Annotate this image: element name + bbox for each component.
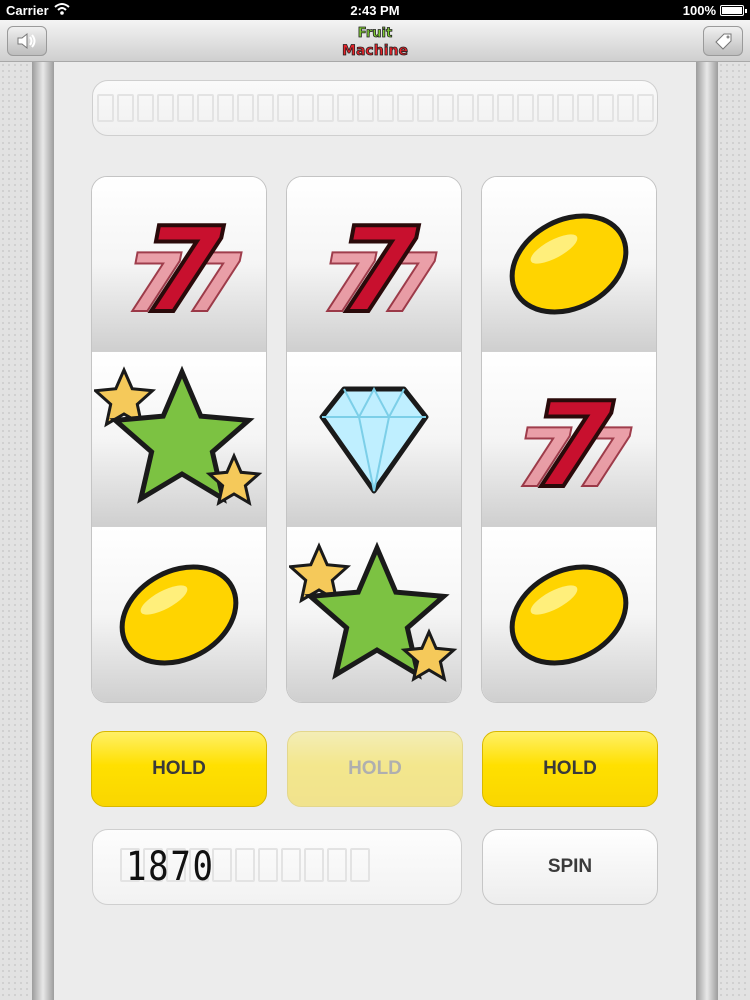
reel-2-symbol-2 [287,352,461,527]
svg-text:7: 7 [337,201,419,329]
frame-rail-left [32,62,54,1000]
hold-button-3[interactable]: HOLD [482,731,658,807]
svg-text:7: 7 [142,201,224,329]
credit-value: 1870 [126,844,215,890]
lemon-symbol-icon [509,564,629,665]
reel-3: 7 7 7 [481,176,657,703]
price-tag-icon [715,33,732,50]
reel-1-symbol-1: 7 7 7 [92,177,266,352]
star-symbol-icon [94,365,263,507]
spin-button[interactable]: SPIN [482,829,658,905]
reel-1-symbol-3 [92,527,266,702]
svg-text:7: 7 [532,376,614,504]
diamond-symbol-icon [319,386,429,494]
battery-icon [720,5,747,16]
frame-texture-left [0,62,32,1000]
status-bar: Carrier 2:43 PM 100% [0,0,750,20]
svg-text:Machine: Machine [342,43,408,59]
reel-3-symbol-2: 7 7 7 [482,352,656,527]
seven-symbol-icon: 7 7 7 [320,199,438,329]
reel-2-symbol-3 [287,527,461,702]
battery-percent: 100% [682,3,716,18]
speaker-icon [17,32,36,50]
hold-button-1[interactable]: HOLD [91,731,267,807]
frame-texture-right [718,62,750,1000]
reel-1-symbol-2 [92,352,266,527]
nav-bar: Fruit Machine [0,20,750,62]
clock: 2:43 PM [350,3,400,18]
reel-2: 7 7 7 [286,176,462,703]
lemon-symbol-icon [509,213,629,315]
seven-symbol-icon: 7 7 7 [515,374,633,504]
svg-text:Fruit: Fruit [358,26,392,41]
hold-button-2[interactable]: HOLD [287,731,463,807]
reel-3-symbol-3 [482,527,656,702]
sound-button[interactable] [7,26,47,56]
message-display [92,80,658,136]
seven-symbol-icon: 7 7 7 [125,199,243,329]
fruit-machine-logo: Fruit Machine [342,26,409,60]
reel-3-symbol-1 [482,177,656,352]
frame-rail-right [696,62,718,1000]
lemon-symbol-icon [119,564,239,665]
star-symbol-icon [289,541,458,682]
reel-2-symbol-1: 7 7 7 [287,177,461,352]
reel-1: 7 7 7 [91,176,267,703]
store-button[interactable] [703,26,743,56]
